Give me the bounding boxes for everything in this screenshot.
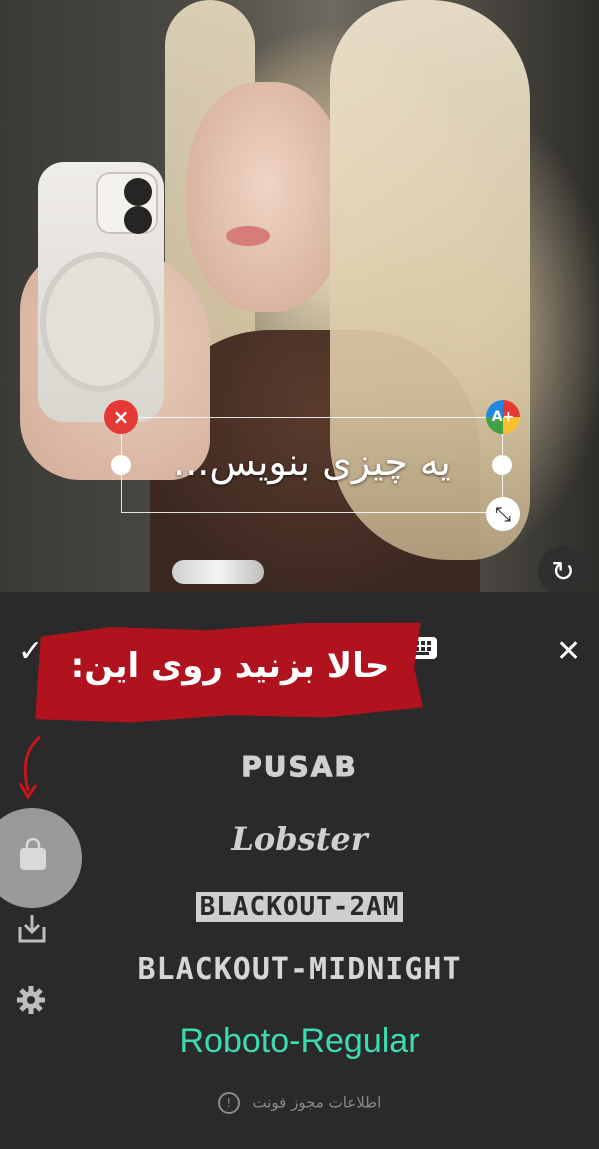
shopping-bag-icon[interactable] <box>18 837 48 872</box>
download-icon[interactable] <box>18 913 46 943</box>
photo-bracelet <box>172 560 264 584</box>
font-option-pusab[interactable]: PUSAB <box>0 750 599 784</box>
resize-handle-button[interactable]: ⤡ <box>486 497 520 531</box>
font-option-blackout-2am[interactable]: BLACKOUT-2AM <box>0 892 599 922</box>
text-box-left-handle[interactable] <box>111 455 131 475</box>
photo-camera-lens <box>124 178 152 206</box>
font-option-lobster[interactable]: Lobster <box>0 820 599 858</box>
font-license-text: اطلاعات مجوز فونت <box>252 1093 382 1112</box>
gear-icon[interactable] <box>16 985 46 1015</box>
photo-lips <box>226 226 270 246</box>
rotate-icon: ↻ <box>551 554 575 588</box>
font-option-roboto-regular[interactable]: Roboto-Regular <box>0 1022 599 1061</box>
tutorial-banner-text: حالا بزنید روی این: <box>70 646 390 686</box>
rotate-button[interactable]: ↻ <box>538 546 588 596</box>
close-button[interactable]: ✕ <box>556 634 581 669</box>
photo-phone-grip <box>40 252 160 392</box>
text-style-icon: A+ <box>491 409 515 425</box>
font-option-blackout-midnight[interactable]: BLACKOUT-MIDNIGHT <box>0 952 599 987</box>
font-option-label: BLACKOUT-2AM <box>195 892 404 922</box>
info-icon: ! <box>217 1092 240 1114</box>
close-icon: ✕ <box>556 634 582 669</box>
arrow-icon <box>14 735 44 805</box>
text-sticker-box[interactable]: یه چیزی بنویس... <box>121 417 503 513</box>
delete-text-button[interactable]: × <box>104 400 138 434</box>
photo-camera-lens <box>124 206 152 234</box>
text-sticker-content[interactable]: یه چیزی بنویس... <box>122 440 502 484</box>
text-style-button[interactable]: A+ <box>486 400 520 434</box>
resize-icon: ⤡ <box>495 502 511 526</box>
font-license-link[interactable]: اطلاعات مجوز فونت ! <box>0 1092 599 1114</box>
close-icon: × <box>112 405 130 429</box>
photo-face <box>186 82 346 312</box>
text-box-right-handle[interactable] <box>492 455 512 475</box>
